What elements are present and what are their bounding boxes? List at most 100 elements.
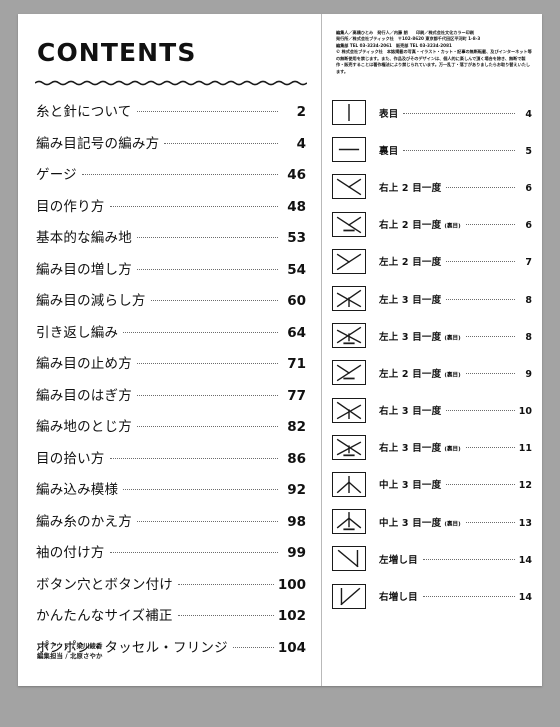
toc-entry-page: 4 [296,135,306,152]
symbol-entry[interactable]: 左上 2 目一度 7 [332,243,534,280]
toc-entry[interactable]: ボタン穴とボタン付け 100 [36,573,306,605]
colophon-line: © 株式会社ブティック社 本誌掲載の写真・イラスト・カット・記事の無断転載、及び… [336,49,532,74]
toc-entry-page: 60 [287,293,306,309]
toc-entry[interactable]: 基本的な編み地 53 [36,226,306,258]
toc-entry[interactable]: 引き返し編み 64 [36,321,306,353]
purl-icon [332,137,366,163]
dot-leader [465,335,515,337]
toc-entry-page: 48 [287,198,306,215]
symbol-page: 12 [518,480,532,492]
toc-entry-page: 98 [287,513,306,530]
dot-leader [109,552,278,553]
toc-entry[interactable]: ゲージ 46 [36,163,306,195]
dot-leader [109,457,278,459]
symbol-label: 右上 3 目一度 [379,443,442,455]
dot-leader [422,596,515,598]
dot-leader [109,205,278,207]
symbol-entry[interactable]: 右上 2 目一度 6 [332,168,534,205]
symbol-label: 裏目 [379,145,399,157]
toc-entry[interactable]: 編み目のはぎ方 77 [36,384,306,416]
toc-entry[interactable]: 編み糸のかえ方 98 [36,510,306,542]
toc-entry-label: ボタン穴とボタン付け [36,576,173,593]
toc-entry[interactable]: 編み込み模様 92 [36,478,306,510]
toc-entry-label: 編み糸のかえ方 [36,513,132,530]
wavy-divider [35,80,307,86]
symbol-entry[interactable]: 右上 3 目一度 (裏目) 11 [332,429,534,466]
dot-leader [232,646,274,648]
dot-leader [465,447,515,449]
toc-entry-page: 53 [287,230,306,246]
dot-leader [465,372,515,374]
symbol-label: 右上 2 目一度 [379,182,442,194]
dot-leader [465,224,515,226]
symbol-entry[interactable]: 中上 3 目一度 12 [332,466,534,503]
symbol-page: 6 [525,182,532,194]
credits-block: レイアウト / 梁川綾香 編集担当 / 北原さやか [37,641,103,662]
symbol-page: 10 [518,406,532,418]
symbol-label: 左上 3 目一度 [379,294,442,306]
symbol-page: 14 [518,554,532,566]
left-2tog-purl-icon [332,360,366,386]
symbol-entry[interactable]: 中上 3 目一度 (裏目) 13 [332,503,534,540]
toc-entry[interactable]: 目の拾い方 86 [36,447,306,479]
dot-leader [136,363,278,364]
symbol-page: 13 [518,517,532,529]
toc-entry-label: 編み目記号の編み方 [36,135,160,152]
page-title: CONTENTS [37,38,197,67]
toc-entry-page: 71 [287,356,306,372]
toc-entry[interactable]: 編み目の増し方 54 [36,258,306,290]
dot-leader [446,261,515,263]
symbol-label: 中上 3 目一度 [379,517,442,529]
table-of-contents: 糸と針について 2 編み目記号の編み方 4 ゲージ 46 目の作り方 48 基本的な編み地 53 編… [36,100,306,667]
toc-entry-page: 86 [287,450,306,467]
symbol-page: 9 [525,368,532,380]
symbol-entry[interactable]: 右増し目 14 [332,577,534,614]
toc-entry[interactable]: 目の作り方 48 [36,195,306,227]
right-3tog-icon [332,397,366,423]
symbol-sublabel: (裏目) [444,446,461,453]
toc-entry[interactable]: かんたんなサイズ補正 102 [36,604,306,636]
dot-leader [136,237,278,238]
symbol-entry[interactable]: 左上 2 目一度 (裏目) 9 [332,354,534,391]
symbol-entry[interactable]: 裏目 5 [332,131,534,168]
symbol-page: 6 [525,220,532,232]
toc-entry-label: 編み込み模様 [36,482,119,498]
dot-leader [136,394,278,396]
center-3tog-purl-icon [332,509,366,535]
toc-entry-label: 基本的な編み地 [36,230,132,246]
dot-leader [403,112,515,114]
toc-entry[interactable]: 編み目記号の編み方 4 [36,132,306,164]
dot-leader [164,142,278,144]
left-inc-icon [332,546,366,572]
symbol-sublabel: (裏目) [444,521,461,528]
right-page: 編集人／高橋ひとみ 発行人／内藤 朗 印刷／株式会社文化カラー印刷 発行所／株式… [322,14,542,686]
toc-entry-label: 編み目の減らし方 [36,293,146,309]
symbol-entry[interactable]: 表目 4 [332,94,534,131]
symbol-entry[interactable]: 左増し目 14 [332,540,534,577]
right-2tog-purl-icon [332,211,366,237]
symbol-label: 左上 3 目一度 [379,331,442,343]
dot-leader [136,268,278,270]
toc-entry-label: 糸と針について [36,104,132,120]
toc-entry[interactable]: 編み目の止め方 71 [36,352,306,384]
toc-entry-page: 102 [277,608,306,624]
symbol-page: 8 [525,331,532,343]
dot-leader [446,410,515,412]
symbol-entry[interactable]: 右上 3 目一度 10 [332,392,534,429]
toc-entry[interactable]: 袖の付け方 99 [36,541,306,573]
right-3tog-purl-icon [332,434,366,460]
credit-layout: レイアウト / 梁川綾香 [37,641,103,650]
toc-entry[interactable]: 編み目の減らし方 60 [36,289,306,321]
toc-entry[interactable]: 糸と針について 2 [36,100,306,132]
toc-entry-label: 引き返し編み [36,324,119,341]
symbol-entry[interactable]: 左上 3 目一度 8 [332,280,534,317]
symbol-page: 8 [525,294,532,306]
toc-entry-page: 82 [287,419,306,435]
symbol-label: 左上 2 目一度 [379,368,442,380]
toc-entry-page: 92 [287,482,306,498]
toc-entry-label: 編み目のはぎ方 [36,387,132,404]
symbol-label: 右上 2 目一度 [379,220,442,232]
symbol-entry[interactable]: 左上 3 目一度 (裏目) 8 [332,317,534,354]
toc-entry[interactable]: 編み地のとじ方 82 [36,415,306,447]
symbol-entry[interactable]: 右上 2 目一度 (裏目) 6 [332,206,534,243]
